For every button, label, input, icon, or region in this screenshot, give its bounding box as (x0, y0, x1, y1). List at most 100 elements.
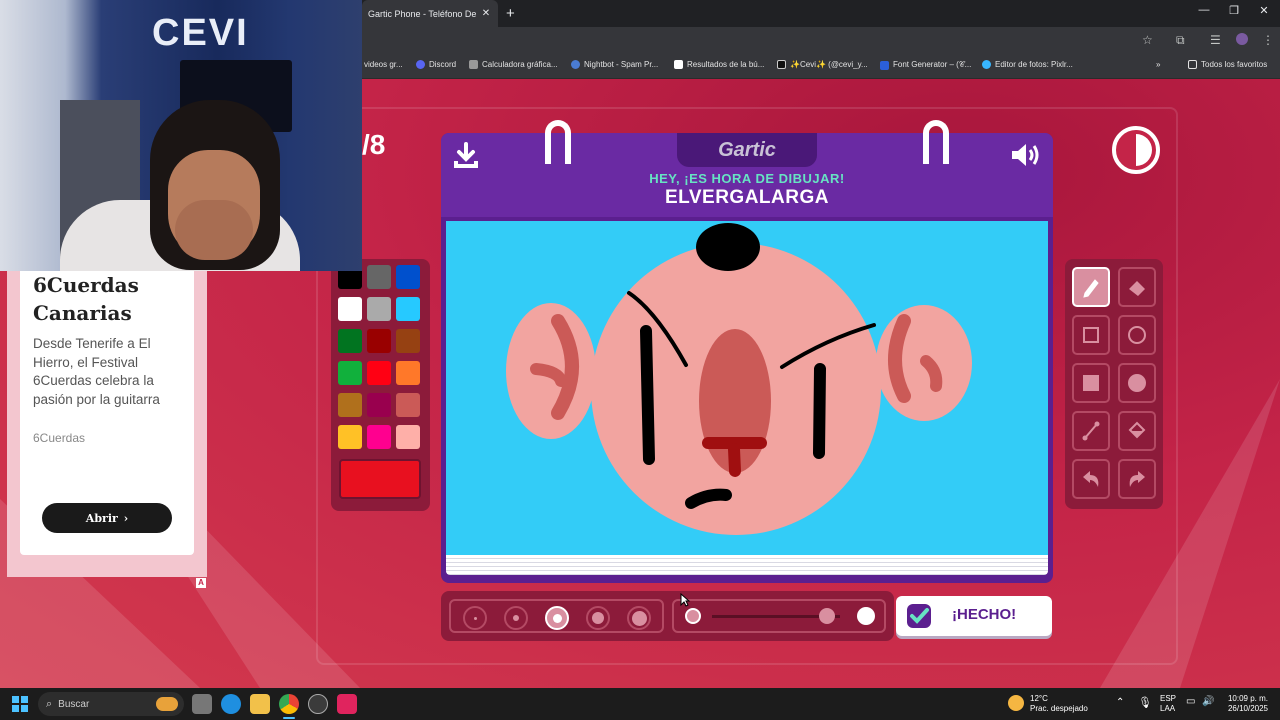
microphone-icon[interactable]: 🎙 (1138, 696, 1152, 709)
webcam-sign: CEVI (152, 12, 249, 54)
color-swatch[interactable] (367, 297, 391, 321)
filled-square-icon (1083, 375, 1099, 391)
minimize-icon[interactable]: — (1196, 4, 1212, 16)
bookmark-item[interactable]: Font Generator – (𝒞... (880, 60, 971, 70)
volume-icon[interactable]: 🔊 (1202, 696, 1214, 707)
filled-circle-tool[interactable] (1118, 363, 1156, 403)
bucket-tool[interactable] (1118, 411, 1156, 451)
color-swatch[interactable] (367, 393, 391, 417)
color-swatch[interactable] (338, 393, 362, 417)
keyboard-layout[interactable]: LAA (1160, 704, 1175, 714)
drawing-canvas[interactable] (446, 221, 1048, 555)
ad-card[interactable]: 6Cuerdas Canarias Desde Tenerife a El Hi… (20, 271, 194, 555)
windows-start-icon[interactable] (12, 696, 28, 712)
brush-size-option[interactable] (627, 606, 651, 630)
color-swatch[interactable] (396, 361, 420, 385)
timer-icon (1112, 126, 1160, 174)
bookmark-item[interactable]: Discord (416, 60, 456, 69)
opacity-slider[interactable] (672, 599, 886, 633)
chevron-up-icon[interactable]: ⌃ (1116, 697, 1124, 708)
task-view-icon[interactable] (192, 694, 212, 714)
bookmark-item[interactable]: Resultados de la bú... (674, 60, 764, 69)
taskbar-search[interactable]: ⌕ Buscar (38, 692, 184, 716)
webcam-person-hand (175, 200, 253, 260)
notebook-pages (446, 555, 1048, 575)
document-icon (674, 60, 683, 69)
color-swatch[interactable] (367, 361, 391, 385)
bookmark-item[interactable]: ✨Cevi✨ (@cevi_y... (777, 60, 868, 69)
all-bookmarks[interactable]: Todos los favoritos (1188, 60, 1267, 69)
search-icon: ⌕ (46, 697, 53, 710)
mouse-cursor-icon (680, 593, 690, 607)
edge-icon[interactable] (221, 694, 241, 714)
tiktok-live-icon[interactable] (337, 694, 357, 714)
language[interactable]: ESP (1160, 694, 1176, 704)
bookmark-item[interactable]: Editor de fotos: Pixlr... (982, 60, 1073, 69)
filled-square-tool[interactable] (1072, 363, 1110, 403)
brush-size-option[interactable] (463, 606, 487, 630)
brush-size-option[interactable] (504, 606, 528, 630)
new-tab-icon[interactable]: + (506, 5, 515, 22)
opacity-handle[interactable] (819, 608, 836, 624)
bookmark-star-icon[interactable]: ☆ (1142, 33, 1153, 47)
bookmark-item[interactable]: videos gr... (364, 60, 403, 69)
done-button[interactable]: ¡HECHO! (896, 596, 1052, 636)
line-icon (1082, 421, 1100, 441)
color-swatch[interactable] (396, 329, 420, 353)
color-swatch[interactable] (396, 265, 420, 289)
eraser-tool[interactable] (1118, 267, 1156, 307)
color-swatch[interactable] (367, 425, 391, 449)
pencil-tool[interactable] (1072, 267, 1110, 307)
color-swatch[interactable] (367, 329, 391, 353)
color-swatch[interactable] (338, 329, 362, 353)
selected-color[interactable] (339, 459, 421, 499)
color-swatch[interactable] (396, 297, 420, 321)
download-icon[interactable] (453, 141, 479, 169)
profile-avatar[interactable] (1236, 33, 1248, 45)
bookmark-item[interactable]: Nightbot - Spam Pr... (571, 60, 658, 69)
color-swatch[interactable] (338, 361, 362, 385)
color-swatch[interactable] (338, 297, 362, 321)
ad-open-button[interactable]: Abrir › (42, 503, 172, 533)
redo-button[interactable] (1118, 459, 1156, 499)
sound-icon[interactable] (1009, 141, 1041, 169)
ad-badge[interactable]: A (196, 578, 206, 588)
square-tool[interactable] (1072, 315, 1110, 355)
network-icon[interactable]: ▭ (1186, 696, 1195, 707)
more-bookmarks-icon[interactable]: » (1156, 60, 1160, 69)
brush-size-option[interactable] (545, 606, 569, 630)
square-icon (1083, 327, 1099, 343)
menu-icon[interactable]: ⋮ (1262, 33, 1274, 47)
restore-icon[interactable]: ❐ (1226, 4, 1242, 17)
obs-icon[interactable] (308, 694, 328, 714)
line-tool[interactable] (1072, 411, 1110, 451)
round-counter: /8 (362, 129, 386, 160)
tiktok-icon (777, 60, 786, 69)
weather-temp: 12°C (1030, 694, 1048, 703)
check-icon (907, 604, 931, 628)
brush-size-option[interactable] (586, 606, 610, 630)
color-swatch[interactable] (367, 265, 391, 289)
clock-time[interactable]: 10:09 p. m. (1222, 694, 1268, 704)
undo-button[interactable] (1072, 459, 1110, 499)
color-swatch[interactable] (396, 425, 420, 449)
extensions-icon[interactable]: ⧉ (1176, 33, 1185, 48)
tab-close-icon[interactable]: ✕ (480, 8, 492, 19)
tool-panel (1065, 259, 1163, 509)
bookmark-item[interactable]: Calculadora gráfica... (469, 60, 558, 69)
file-explorer-icon[interactable] (250, 694, 270, 714)
close-window-icon[interactable]: ✕ (1256, 4, 1272, 17)
search-label: Buscar (58, 698, 90, 710)
weather-icon[interactable] (1008, 695, 1024, 711)
reading-list-icon[interactable]: ☰ (1210, 33, 1221, 47)
nightbot-icon (571, 60, 580, 69)
circle-tool[interactable] (1118, 315, 1156, 355)
browser-tab[interactable]: Gartic Phone - Teléfono Desco ✕ (362, 0, 498, 27)
clock-date[interactable]: 26/10/2025 (1222, 704, 1268, 714)
color-swatch[interactable] (396, 393, 420, 417)
drawing-notebook: Gartic HEY, ¡ES HORA DE DIBUJAR! ELVERGA… (441, 120, 1053, 583)
color-swatch[interactable] (338, 425, 362, 449)
chrome-icon[interactable] (279, 694, 299, 714)
brush-size-dot (473, 616, 477, 620)
webcam-overlay: CEVI (0, 0, 362, 271)
